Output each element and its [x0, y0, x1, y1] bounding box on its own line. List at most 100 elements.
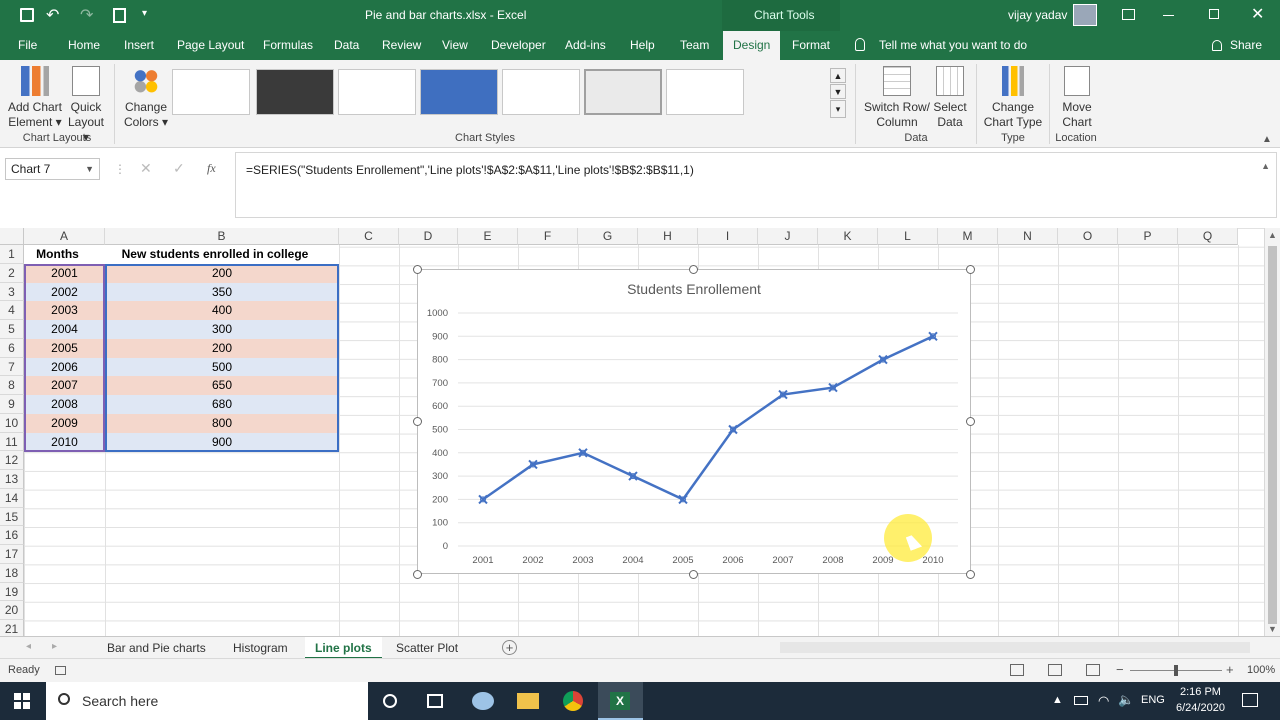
- row-header[interactable]: 4: [0, 301, 24, 320]
- column-header[interactable]: M: [938, 228, 998, 245]
- chart-style-1[interactable]: [172, 69, 250, 115]
- new-sheet-icon[interactable]: +: [502, 640, 517, 655]
- column-header[interactable]: B: [105, 228, 339, 245]
- data-point-marker[interactable]: [478, 494, 488, 505]
- row-header[interactable]: 11: [0, 432, 24, 452]
- data-point-marker[interactable]: [778, 389, 788, 400]
- chart-style-4[interactable]: [420, 69, 498, 115]
- save-icon[interactable]: [20, 8, 34, 22]
- print-preview-icon[interactable]: [113, 8, 126, 23]
- row-header[interactable]: 12: [0, 451, 24, 470]
- battery-icon[interactable]: [1074, 696, 1088, 705]
- column-header[interactable]: A: [24, 228, 105, 245]
- column-header[interactable]: O: [1058, 228, 1118, 245]
- data-point-marker[interactable]: [728, 424, 738, 435]
- row-header[interactable]: 10: [0, 413, 24, 433]
- undo-icon[interactable]: ↶: [46, 5, 59, 25]
- row-header[interactable]: 3: [0, 282, 24, 302]
- zoom-level[interactable]: 100%: [1247, 664, 1275, 676]
- column-header[interactable]: L: [878, 228, 938, 245]
- wifi-icon[interactable]: ◠: [1098, 693, 1109, 709]
- tab-page-layout[interactable]: Page Layout: [177, 31, 244, 60]
- cortana-icon[interactable]: [383, 694, 397, 708]
- data-point-marker[interactable]: [928, 331, 938, 342]
- customize-qat-icon[interactable]: ▾: [142, 8, 147, 19]
- expand-formula-icon[interactable]: ▲: [1261, 161, 1270, 171]
- column-header[interactable]: D: [399, 228, 458, 245]
- gallery-more-icon[interactable]: ▾: [830, 100, 846, 118]
- row-header[interactable]: 18: [0, 563, 24, 583]
- tab-file[interactable]: File: [18, 31, 37, 60]
- sheet-tab-histogram[interactable]: Histogram: [233, 637, 288, 659]
- tab-team[interactable]: Team: [680, 31, 709, 60]
- enter-icon[interactable]: ✓: [173, 160, 185, 177]
- formula-input[interactable]: =SERIES("Students Enrollement",'Line plo…: [235, 152, 1277, 218]
- taskbar-date[interactable]: 6/24/2020: [1176, 702, 1225, 714]
- tab-data[interactable]: Data: [334, 31, 359, 60]
- tab-formulas[interactable]: Formulas: [263, 31, 313, 60]
- column-header[interactable]: J: [758, 228, 818, 245]
- row-header[interactable]: 6: [0, 338, 24, 358]
- gallery-down-icon[interactable]: ▼: [830, 84, 846, 99]
- ribbon-display-icon[interactable]: [1122, 9, 1135, 20]
- volume-icon[interactable]: 🔈: [1118, 692, 1134, 708]
- select-all-corner[interactable]: [0, 228, 24, 245]
- select-data-button[interactable]: Select Data: [930, 66, 970, 130]
- column-header[interactable]: C: [339, 228, 399, 245]
- row-header[interactable]: 13: [0, 470, 24, 489]
- series-line[interactable]: [482, 335, 934, 501]
- chart-style-3[interactable]: [338, 69, 416, 115]
- column-header[interactable]: Q: [1178, 228, 1238, 245]
- resize-handle[interactable]: [413, 570, 422, 579]
- scroll-up-icon[interactable]: ▲: [1268, 230, 1277, 240]
- resize-handle[interactable]: [413, 417, 422, 426]
- row-header[interactable]: 20: [0, 601, 24, 620]
- row-header[interactable]: 2: [0, 263, 24, 283]
- row-header[interactable]: 5: [0, 320, 24, 339]
- resize-handle[interactable]: [966, 570, 975, 579]
- column-header[interactable]: E: [458, 228, 518, 245]
- column-header[interactable]: G: [578, 228, 638, 245]
- close-icon[interactable]: ✕: [1251, 4, 1264, 24]
- chart-style-5[interactable]: [502, 69, 580, 115]
- table-header-months[interactable]: Months: [24, 245, 105, 264]
- share-person-icon[interactable]: [1212, 40, 1222, 51]
- row-header[interactable]: 14: [0, 488, 24, 508]
- change-colors-button[interactable]: Change Colors ▾: [120, 66, 172, 130]
- resize-handle[interactable]: [966, 265, 975, 274]
- resize-handle[interactable]: [689, 570, 698, 579]
- table-header-students[interactable]: New students enrolled in college: [105, 245, 339, 264]
- data-point-marker[interactable]: [828, 382, 838, 393]
- tab-developer[interactable]: Developer: [491, 31, 546, 60]
- row-header[interactable]: 16: [0, 526, 24, 545]
- tab-home[interactable]: Home: [68, 31, 100, 60]
- insert-function-icon[interactable]: fx: [207, 161, 216, 176]
- row-header[interactable]: 8: [0, 376, 24, 395]
- chart-title[interactable]: Students Enrollement: [627, 281, 761, 297]
- tab-review[interactable]: Review: [382, 31, 421, 60]
- column-header[interactable]: K: [818, 228, 878, 245]
- move-chart-button[interactable]: Move Chart: [1054, 66, 1100, 130]
- zoom-slider-thumb[interactable]: [1174, 665, 1178, 676]
- minimize-icon[interactable]: [1163, 15, 1174, 16]
- name-box[interactable]: Chart 7 ▼: [5, 158, 100, 180]
- next-sheet-icon[interactable]: ▸: [52, 641, 57, 652]
- resize-handle[interactable]: [413, 265, 422, 274]
- redo-icon[interactable]: ↷: [80, 5, 93, 25]
- chart-style-7[interactable]: [666, 69, 744, 115]
- tab-help[interactable]: Help: [630, 31, 655, 60]
- app-icon[interactable]: [472, 692, 494, 710]
- tab-insert[interactable]: Insert: [124, 31, 154, 60]
- zoom-in-icon[interactable]: +: [1226, 662, 1234, 677]
- page-break-view-icon[interactable]: [1086, 664, 1100, 676]
- collapse-ribbon-icon[interactable]: ▲: [1262, 134, 1272, 145]
- change-chart-type-button[interactable]: Change Chart Type: [982, 66, 1044, 130]
- tell-me-search[interactable]: Tell me what you want to do: [879, 31, 1027, 60]
- tab-design[interactable]: Design: [723, 31, 781, 60]
- normal-view-icon[interactable]: [1010, 664, 1024, 676]
- resize-handle[interactable]: [966, 417, 975, 426]
- avatar[interactable]: [1073, 4, 1097, 26]
- gallery-up-icon[interactable]: ▲: [830, 68, 846, 83]
- row-header[interactable]: 7: [0, 357, 24, 377]
- chart-style-6[interactable]: [584, 69, 662, 115]
